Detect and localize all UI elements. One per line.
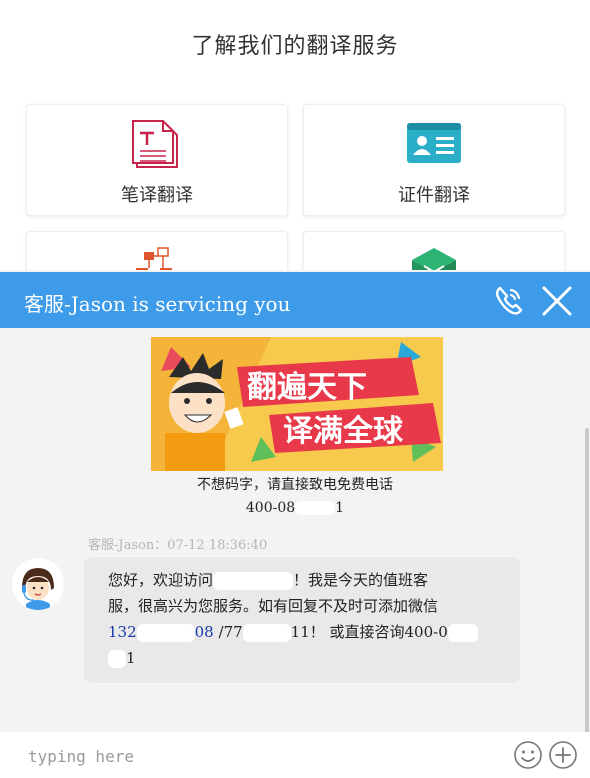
chat-window: 客服-Jason is servicing you 翻遍天下 译满全球 不想码字…	[0, 270, 590, 778]
message-line: 您好，欢迎访问 ！我是今天的值班客	[108, 571, 429, 590]
chat-header-title: 客服-Jason is servicing you	[24, 292, 291, 316]
avatar	[12, 558, 64, 610]
promo-banner: 翻遍天下 译满全球	[151, 337, 443, 471]
notice-phone: 400-08 1	[0, 500, 590, 516]
message-bubble: 您好，欢迎访问 ！我是今天的值班客 服，很高兴为您服务。如有回复不及时可添加微信 …	[84, 557, 520, 683]
message-meta: 客服-Jason：07-12 18:36:40	[88, 538, 268, 553]
banner-line2: 译满全球	[283, 414, 404, 449]
add-attachment-icon[interactable]	[548, 740, 578, 770]
chat-header: 客服-Jason is servicing you	[0, 272, 590, 328]
id-card-icon	[406, 119, 462, 171]
card-certificate-translation[interactable]: 证件翻译	[303, 104, 565, 216]
card-label: 笔译翻译	[121, 185, 193, 206]
emoji-icon[interactable]	[513, 740, 543, 770]
card-label: 证件翻译	[398, 185, 470, 206]
chat-input-bar	[0, 732, 590, 778]
message-line: 132 08 /77 11！ 或直接咨询400-0	[108, 619, 498, 645]
redaction	[295, 501, 336, 515]
phone-start: 400-08	[245, 500, 296, 516]
banner-line1: 翻遍天下	[247, 370, 367, 405]
notice-text: 不想码字，请直接致电免费电话	[197, 477, 393, 493]
message-input[interactable]	[26, 742, 500, 770]
phone-call-icon[interactable]	[492, 284, 526, 318]
close-icon[interactable]	[540, 284, 574, 318]
message-line: 服，很高兴为您服务。如有回复不及时可添加微信	[108, 597, 439, 615]
chat-messages[interactable]: 翻遍天下 译满全球 不想码字，请直接致电免费电话 400-08 1 客服-Jaso…	[0, 328, 590, 758]
message-line: 1	[108, 645, 498, 671]
document-translate-icon	[131, 119, 183, 175]
card-document-translation[interactable]: 笔译翻译	[26, 104, 288, 216]
page-title: 了解我们的翻译服务	[191, 34, 399, 59]
phone-end: 1	[335, 500, 345, 516]
